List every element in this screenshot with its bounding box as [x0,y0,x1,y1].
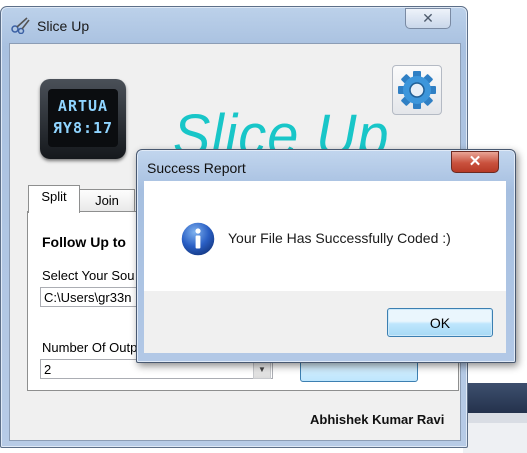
info-icon [180,221,216,257]
logo-text-bottom: ЯY8:17 [52,119,114,137]
close-button[interactable]: ✕ [405,8,451,29]
success-dialog: Success Report ✕ Your File Has Successfu… [136,149,516,363]
output-count-label: Number Of Outp [42,340,138,355]
source-file-label: Select Your Sou [42,268,135,283]
logo-screen: ARTUA ЯY8:17 [48,89,118,147]
output-count-value: 2 [44,362,52,377]
window-title: Slice Up [37,18,90,34]
dialog-message: Your File Has Successfully Coded :) [228,230,451,246]
tab-join[interactable]: Join [79,189,135,212]
scissors-icon [11,17,30,34]
close-icon: ✕ [422,10,434,26]
dialog-body: Your File Has Successfully Coded :) [144,181,506,291]
dialog-close-button[interactable]: ✕ [451,151,499,173]
app-logo: ARTUA ЯY8:17 [40,79,126,159]
tab-split[interactable]: Split [28,185,80,213]
settings-button[interactable] [392,65,442,115]
desktop-divider [463,413,527,423]
ok-button[interactable]: OK [387,308,493,337]
panel-heading: Follow Up to [42,234,126,250]
dialog-title: Success Report [147,160,246,176]
close-icon: ✕ [468,153,482,170]
gear-icon [398,71,436,109]
logo-text-top: ARTUA [57,97,109,115]
chevron-down-icon[interactable]: ▼ [253,361,271,379]
desktop-taskbar-fragment [463,383,527,413]
desktop-panel-fragment [463,423,527,453]
dialog-footer: OK [144,291,506,353]
author-credit: Abhishek Kumar Ravi [310,412,445,427]
